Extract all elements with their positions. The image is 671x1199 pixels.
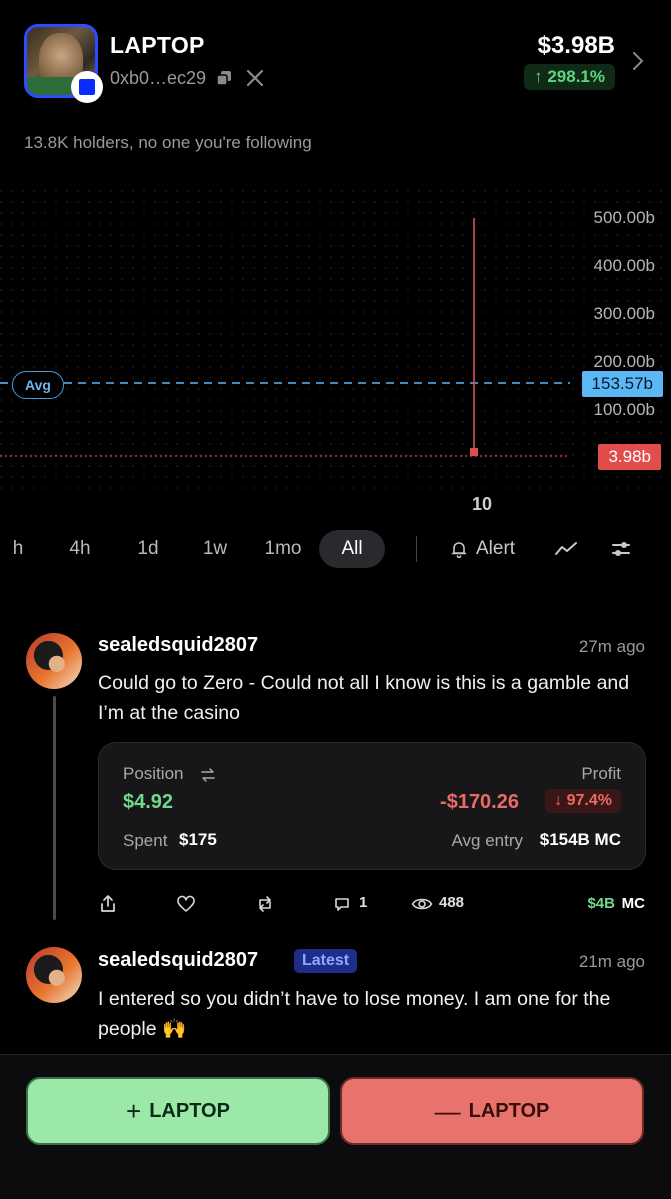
buy-button-label: LAPTOP bbox=[149, 1099, 230, 1122]
token-name: LAPTOP bbox=[110, 32, 205, 58]
price-change-badge: ↑ 298.1% bbox=[524, 64, 615, 90]
tf-1w[interactable]: 1w bbox=[194, 530, 236, 568]
eye-icon bbox=[411, 898, 433, 910]
avg-pill: Avg bbox=[12, 371, 64, 399]
reply-icon[interactable] bbox=[333, 894, 353, 914]
buy-button[interactable]: + LAPTOP bbox=[26, 1077, 330, 1145]
avatar[interactable] bbox=[26, 633, 82, 689]
tf-1mo[interactable]: 1mo bbox=[258, 530, 308, 568]
tf-1d[interactable]: 1d bbox=[128, 530, 168, 568]
post-actions: 1 488 $4B MC bbox=[0, 890, 671, 920]
post-username[interactable]: sealedsquid2807 bbox=[98, 949, 258, 972]
latest-badge: Latest bbox=[294, 949, 358, 973]
post-text: Could go to Zero - Could not all I know … bbox=[98, 672, 630, 724]
spent-label: Spent bbox=[123, 831, 168, 850]
copy-icon[interactable] bbox=[216, 70, 232, 86]
y-tick: 400.00b bbox=[593, 256, 655, 275]
settings-sliders-icon[interactable] bbox=[610, 538, 632, 560]
token-address: 0xb0…ec29 bbox=[110, 68, 207, 88]
position-card[interactable]: Position Profit $4.92 -$170.26 ↓ 97.4% S… bbox=[98, 742, 646, 870]
price-candle bbox=[470, 448, 478, 456]
tf-all[interactable]: All bbox=[319, 530, 385, 568]
post-mc-value: $4B bbox=[587, 895, 615, 912]
swap-icon[interactable] bbox=[200, 767, 216, 783]
reply-count: 1 bbox=[359, 894, 368, 911]
tf-h[interactable]: h bbox=[6, 530, 30, 568]
post-mc-label: MC bbox=[621, 895, 645, 912]
sell-button[interactable]: — LAPTOP bbox=[340, 1077, 644, 1145]
tf-divider bbox=[416, 536, 417, 562]
post-username[interactable]: sealedsquid2807 bbox=[98, 634, 258, 657]
trade-bar: + LAPTOP — LAPTOP bbox=[0, 1054, 671, 1199]
avatar[interactable] bbox=[26, 947, 82, 1003]
x-tick: 10 bbox=[472, 494, 493, 514]
share-icon[interactable] bbox=[98, 894, 118, 914]
tf-4h[interactable]: 4h bbox=[60, 530, 100, 568]
y-tick: 300.00b bbox=[593, 304, 655, 323]
avg-entry-label: Avg entry bbox=[451, 831, 523, 850]
profit-label: Profit bbox=[581, 764, 621, 783]
chain-badge-icon bbox=[71, 71, 103, 103]
alert-button[interactable]: Alert bbox=[448, 530, 515, 568]
heart-icon[interactable] bbox=[176, 894, 196, 914]
profit-value: -$170.26 bbox=[440, 791, 519, 813]
spent-value: $175 bbox=[179, 830, 217, 849]
minus-icon: — bbox=[434, 1095, 461, 1126]
chart-dot-grid bbox=[0, 190, 671, 490]
x-logo-icon[interactable] bbox=[246, 69, 264, 87]
y-tick: 100.00b bbox=[593, 400, 655, 419]
thread-line bbox=[53, 696, 56, 920]
sell-button-label: LAPTOP bbox=[468, 1099, 550, 1122]
token-header[interactable]: LAPTOP 0xb0…ec29 $3.98B ↑ 298.1% bbox=[0, 0, 671, 120]
timeframe-selector: h 4h 1d 1w 1mo All Alert bbox=[0, 530, 671, 568]
profit-pct-badge: ↓ 97.4% bbox=[545, 789, 621, 813]
repost-icon[interactable] bbox=[255, 894, 275, 914]
line-chart-icon[interactable] bbox=[554, 539, 578, 559]
y-tick: 500.00b bbox=[593, 208, 655, 227]
position-label: Position bbox=[123, 764, 184, 783]
y-tick: 200.00b bbox=[593, 352, 655, 371]
plus-icon: + bbox=[126, 1095, 142, 1126]
view-count: 488 bbox=[439, 894, 465, 911]
price-chart[interactable]: 500.00b 400.00b 300.00b 200.00b 100.00b … bbox=[0, 190, 671, 520]
chart-canvas bbox=[0, 190, 671, 490]
market-cap: $3.98B bbox=[537, 32, 615, 59]
holders-summary: 13.8K holders, no one you're following bbox=[24, 133, 312, 152]
avg-entry-value: $154B MC bbox=[539, 830, 621, 849]
post-text: I entered so you didn’t have to lose mon… bbox=[98, 988, 611, 1040]
avg-value-label: 153.57b bbox=[581, 371, 663, 397]
chevron-right-icon[interactable] bbox=[631, 50, 645, 72]
position-value: $4.92 bbox=[123, 791, 174, 813]
post-time: 21m ago bbox=[578, 952, 645, 971]
post-time: 27m ago bbox=[578, 637, 645, 656]
current-value-label: 3.98b bbox=[598, 444, 661, 470]
